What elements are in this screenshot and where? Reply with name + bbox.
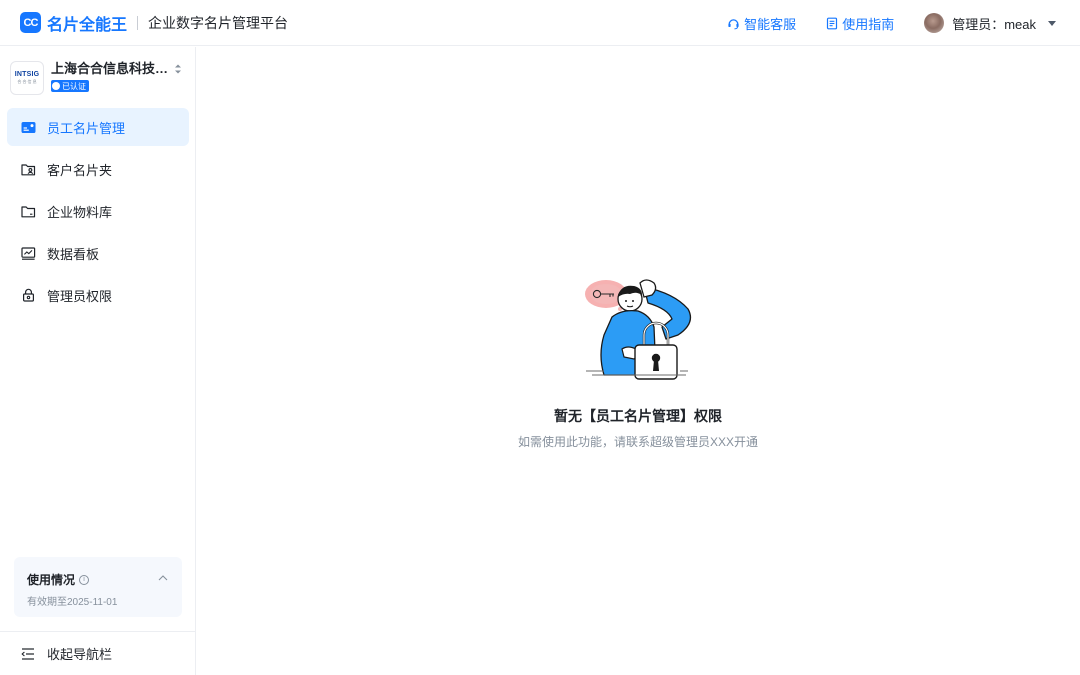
sidebar-item-label: 客户名片夹: [47, 162, 113, 178]
sidebar-item-label: 企业物料库: [47, 204, 113, 220]
org-switcher[interactable]: INTSIG 合 合 信 息 上海合合信息科技股份有限公司 已认证: [10, 61, 188, 95]
sidebar-item-admin-permissions[interactable]: 管理员权限: [7, 276, 189, 314]
card-icon: [21, 121, 36, 133]
sidebar-item-label: 数据看板: [47, 246, 100, 262]
org-logo-line2: 合 合 信 息: [17, 79, 37, 84]
brand-name: 名片全能王: [47, 16, 128, 34]
sidebar-item-materials[interactable]: 企业物料库: [7, 192, 189, 230]
sidebar-item-employee-cards[interactable]: 员工名片管理: [7, 108, 189, 146]
guide-doc-icon: [827, 17, 838, 29]
verified-icon: [52, 82, 60, 90]
sidebar-item-dashboard[interactable]: 数据看板: [7, 234, 189, 272]
sidebar-menu: 员工名片管理 客户名片夹 企业物料库 数据看板 管理员权限: [7, 108, 189, 318]
usage-expiry: 有效期至2025-11-01: [27, 597, 118, 608]
lock-icon: [22, 288, 35, 302]
cc-logo-icon: CC: [20, 12, 41, 33]
headset-icon: [728, 18, 739, 29]
main-content: 暂无【员工名片管理】权限 如需使用此功能，请联系超级管理员XXX开通: [196, 47, 1080, 675]
verified-label: 已认证: [62, 81, 86, 91]
header-actions: 智能客服 使用指南 管理员：meak: [727, 0, 1080, 46]
switch-arrows-icon: [175, 64, 181, 74]
collapse-nav-label: 收起导航栏: [47, 647, 113, 662]
platform-title: 企业数字名片管理平台: [148, 14, 289, 31]
collapse-nav-button[interactable]: 收起导航栏: [0, 631, 195, 675]
info-icon[interactable]: i: [79, 574, 90, 585]
user-name: 管理员：meak: [952, 16, 1036, 32]
avatar: [924, 13, 945, 33]
org-info: 上海合合信息科技股份有限公司 已认证: [51, 61, 171, 95]
user-guide-label: 使用指南: [842, 16, 895, 32]
sidebar-item-label: 员工名片管理: [47, 120, 126, 136]
org-logo-line1: INTSIG: [14, 71, 40, 78]
brand[interactable]: CC 名片全能王 企业数字名片管理平台: [20, 11, 288, 35]
user-menu[interactable]: 管理员：meak: [924, 13, 1056, 33]
caret-down-icon: [1048, 20, 1056, 26]
sidebar-item-client-cards[interactable]: 客户名片夹: [7, 150, 189, 188]
folder-icon: [21, 205, 36, 217]
collapse-menu-icon: [21, 647, 34, 660]
empty-state-title: 暂无【员工名片管理】权限: [554, 408, 722, 424]
sidebar-item-label: 管理员权限: [47, 288, 113, 304]
top-header: CC 名片全能王 企业数字名片管理平台 智能客服 使用指南 管理员：meak: [0, 0, 1080, 46]
brand-divider: [137, 15, 139, 30]
chart-board-icon: [21, 246, 36, 260]
contact-folder-icon: [21, 163, 36, 175]
empty-state-description: 如需使用此功能，请联系超级管理员XXX开通: [517, 435, 758, 449]
user-guide-link[interactable]: 使用指南: [826, 14, 894, 33]
usage-title-label: 使用情况: [27, 573, 76, 587]
chevron-up-icon: [158, 575, 168, 581]
org-logo: INTSIG 合 合 信 息: [10, 61, 44, 95]
smart-service-label: 智能客服: [744, 16, 797, 32]
org-name: 上海合合信息科技股份有限公司: [51, 61, 171, 76]
usage-panel[interactable]: 使用情况 i 有效期至2025-11-01: [14, 557, 182, 617]
smart-service-link[interactable]: 智能客服: [727, 14, 796, 33]
no-permission-illustration: [585, 279, 692, 380]
sidebar: INTSIG 合 合 信 息 上海合合信息科技股份有限公司 已认证 员工名片管理: [0, 47, 196, 675]
verified-badge: 已认证: [51, 80, 89, 92]
